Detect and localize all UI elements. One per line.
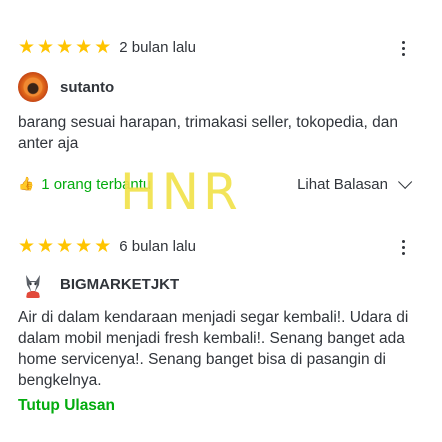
review-text: Air di dalam kendaraan menjadi segar kem… xyxy=(18,309,409,389)
star-icon: ★ xyxy=(18,37,36,58)
reviewer-info: sutanto xyxy=(18,70,114,104)
review-card: ★ ★ ★ ★ ★ 6 bulan lalu BIGMARKETJKT Air … xyxy=(0,215,442,442)
avatar[interactable] xyxy=(18,269,48,299)
see-replies-label: Lihat Balasan xyxy=(297,175,388,193)
kebab-menu-icon xyxy=(401,40,405,44)
review-time: 6 bulan lalu xyxy=(119,238,196,255)
see-replies-button[interactable]: Lihat Balasan xyxy=(297,174,413,194)
reviewer-name[interactable]: BIGMARKETJKT xyxy=(60,276,179,293)
avatar[interactable] xyxy=(18,72,48,102)
reviewer-info: BIGMARKETJKT xyxy=(18,267,179,301)
star-icon: ★ xyxy=(94,37,112,58)
rating-row: ★ ★ ★ ★ ★ 2 bulan lalu xyxy=(18,36,196,60)
review-time: 2 bulan lalu xyxy=(119,39,196,56)
kebab-menu-icon xyxy=(401,239,405,243)
star-icon: ★ xyxy=(75,236,93,257)
rating-row: ★ ★ ★ ★ ★ 6 bulan lalu xyxy=(18,235,196,259)
star-icon: ★ xyxy=(56,37,74,58)
watermark-text: HNR xyxy=(120,163,242,221)
star-icon: ★ xyxy=(18,236,36,257)
review-text: barang sesuai harapan, trimakasi seller,… xyxy=(18,114,398,152)
thumbs-up-icon: 👍 xyxy=(18,176,35,191)
chevron-down-icon xyxy=(398,174,413,189)
star-icon: ★ xyxy=(94,236,112,257)
star-icon: ★ xyxy=(37,37,55,58)
husky-avatar-icon xyxy=(26,275,40,298)
star-icon: ★ xyxy=(56,236,74,257)
more-options-button[interactable] xyxy=(396,235,410,259)
more-options-button[interactable] xyxy=(396,36,410,60)
reviewer-name[interactable]: sutanto xyxy=(60,79,114,96)
collapse-review-button[interactable]: Tutup Ulasan xyxy=(18,397,115,415)
star-icon: ★ xyxy=(37,236,55,257)
star-icon: ★ xyxy=(75,37,93,58)
